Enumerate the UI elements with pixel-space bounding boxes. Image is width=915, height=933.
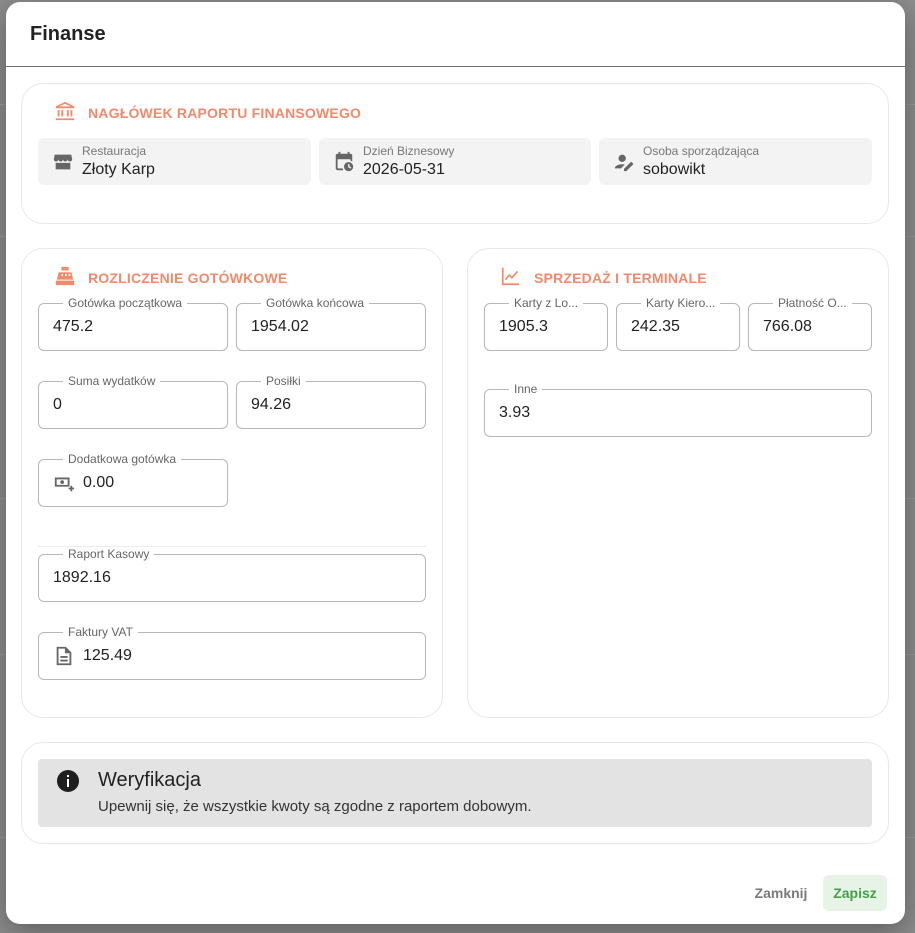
payment-o-label: Płatność O...: [773, 296, 852, 310]
card-lo-value: 1905.3: [499, 318, 548, 335]
cash-settlement-title-text: ROZLICZENIE GOTÓWKOWE: [88, 269, 288, 286]
opening-cash-field[interactable]: Gotówka początkowa 475.2: [38, 296, 228, 351]
meals-field[interactable]: Posiłki 94.26: [236, 374, 426, 429]
dialog-title: Finanse: [30, 22, 106, 45]
card-lo-label: Karty z Lo...: [509, 296, 584, 310]
business-day-field[interactable]: Dzień Biznesowy 2026-05-31: [319, 138, 591, 185]
extra-cash-label: Dodatkowa gotówka: [63, 452, 182, 466]
preparer-label: Osoba sporządzająca: [643, 144, 760, 158]
extra-cash-value: 0.00: [83, 474, 115, 491]
sales-terminals-title-text: SPRZEDAŻ I TERMINALE: [534, 269, 707, 286]
verification-title: Weryfikacja: [98, 769, 201, 791]
meals-value: 94.26: [251, 396, 292, 413]
card-kiero-field[interactable]: Karty Kiero... 242.35: [616, 296, 740, 351]
business-day-label: Dzień Biznesowy: [363, 144, 455, 158]
verification-alert: Weryfikacja Upewnij się, że wszystkie kw…: [38, 759, 872, 827]
cash-report-field[interactable]: Raport Kasowy 1892.16: [38, 547, 426, 602]
vat-invoices-field[interactable]: Faktury VAT 125.49: [38, 625, 426, 680]
finance-dialog: Finanse NAGŁÓWEK RAPORTU FINANSOWEGO Res…: [6, 2, 905, 924]
person-edit-icon: [613, 151, 635, 173]
card-kiero-label: Karty Kiero...: [641, 296, 721, 310]
expenses-sum-label: Suma wydatków: [63, 374, 161, 388]
vat-invoices-label: Faktury VAT: [63, 625, 138, 639]
card-kiero-value: 242.35: [631, 318, 680, 335]
sales-terminals-card: SPRZEDAŻ I TERMINALE Karty z Lo... 1905.…: [467, 248, 889, 718]
payment-o-field[interactable]: Płatność O... 766.08: [748, 296, 872, 351]
closing-cash-label: Gotówka końcowa: [261, 296, 370, 310]
expenses-sum-field[interactable]: Suma wydatków 0: [38, 374, 228, 429]
report-header-card: NAGŁÓWEK RAPORTU FINANSOWEGO Restauracja…: [21, 83, 889, 224]
sales-terminals-title: SPRZEDAŻ I TERMINALE: [500, 265, 707, 290]
cash-report-label: Raport Kasowy: [63, 547, 155, 561]
document-icon: [53, 645, 75, 667]
verification-text: Upewnij się, że wszystkie kwoty są zgodn…: [98, 798, 532, 815]
cash-register-icon: [54, 265, 76, 290]
save-button[interactable]: Zapisz: [823, 875, 887, 911]
closing-cash-field[interactable]: Gotówka końcowa 1954.02: [236, 296, 426, 351]
report-header-title: NAGŁÓWEK RAPORTU FINANSOWEGO: [54, 100, 361, 125]
business-day-value: 2026-05-31: [363, 161, 445, 178]
other-label: Inne: [509, 382, 543, 396]
other-field[interactable]: Inne 3.93: [484, 382, 872, 437]
restaurant-value: Złoty Karp: [82, 161, 155, 178]
chart-line-icon: [500, 265, 522, 290]
opening-cash-value: 475.2: [53, 318, 94, 335]
extra-cash-field[interactable]: Dodatkowa gotówka 0.00: [38, 452, 228, 507]
cash-settlement-title: ROZLICZENIE GOTÓWKOWE: [54, 265, 287, 290]
preparer-field[interactable]: Osoba sporządzająca sobowikt: [599, 138, 872, 185]
vat-invoices-value: 125.49: [83, 647, 132, 664]
payment-o-value: 766.08: [763, 318, 812, 335]
info-icon: [56, 769, 80, 793]
opening-cash-label: Gotówka początkowa: [63, 296, 188, 310]
cash-report-value: 1892.16: [53, 569, 111, 586]
meals-label: Posiłki: [261, 374, 306, 388]
restaurant-field[interactable]: Restauracja Złoty Karp: [38, 138, 311, 185]
dialog-header: Finanse: [6, 2, 905, 67]
card-lo-field[interactable]: Karty z Lo... 1905.3: [484, 296, 608, 351]
cash-settlement-card: ROZLICZENIE GOTÓWKOWE Gotówka początkowa…: [21, 248, 443, 718]
report-header-title-text: NAGŁÓWEK RAPORTU FINANSOWEGO: [88, 104, 362, 121]
calendar-clock-icon: [333, 151, 355, 173]
other-value: 3.93: [499, 404, 531, 421]
restaurant-label: Restauracja: [82, 144, 147, 158]
expenses-sum-value: 0: [53, 396, 62, 413]
close-button[interactable]: Zamknij: [746, 875, 816, 911]
cash-plus-icon: [53, 472, 75, 494]
bank-icon: [54, 100, 76, 125]
preparer-value: sobowikt: [643, 161, 706, 178]
closing-cash-value: 1954.02: [251, 318, 309, 335]
store-icon: [52, 151, 74, 173]
